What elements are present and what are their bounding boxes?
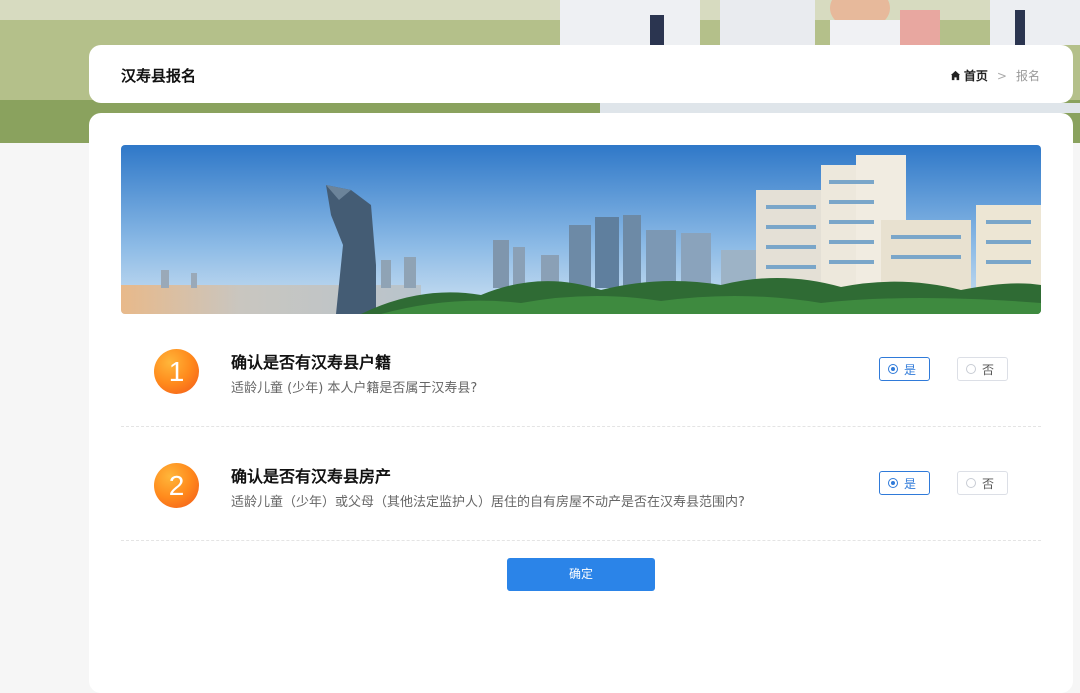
question-description: 适龄儿童 (少年) 本人户籍是否属于汉寿县? <box>231 381 478 396</box>
radio-label: 否 <box>982 362 995 377</box>
breadcrumb-separator: > <box>996 68 1007 83</box>
yes-radio-button[interactable]: 是 <box>879 357 930 381</box>
radio-label: 是 <box>904 362 917 377</box>
question-title: 确认是否有汉寿县房产 <box>231 467 392 486</box>
question-title: 确认是否有汉寿县户籍 <box>231 353 392 372</box>
question-row-1: 1 确认是否有汉寿县户籍 适龄儿童 (少年) 本人户籍是否属于汉寿县? 是 否 <box>121 314 1041 427</box>
breadcrumb-home-label: 首页 <box>963 69 988 83</box>
radio-checked-icon <box>888 478 898 488</box>
city-banner-image <box>121 145 1041 314</box>
radio-label: 是 <box>904 476 917 491</box>
question-number-badge: 2 <box>154 463 199 508</box>
breadcrumb-home[interactable]: 首页 <box>950 67 988 84</box>
header-card: 汉寿县报名 首页 > 报名 <box>89 45 1073 103</box>
question-description: 适龄儿童（少年）或父母（其他法定监护人）居住的自有房屋不动产是否在汉寿县范围内? <box>231 495 745 510</box>
radio-label: 否 <box>982 476 995 491</box>
confirm-button[interactable]: 确定 <box>507 558 655 591</box>
home-icon <box>950 70 960 81</box>
breadcrumb-current: 报名 <box>1015 69 1040 83</box>
question-row-2: 2 确认是否有汉寿县房产 适龄儿童（少年）或父母（其他法定监护人）居住的自有房屋… <box>121 428 1041 541</box>
no-radio-button[interactable]: 否 <box>957 471 1008 495</box>
main-card: 1 确认是否有汉寿县户籍 适龄儿童 (少年) 本人户籍是否属于汉寿县? 是 否 … <box>89 113 1073 693</box>
radio-unchecked-icon <box>966 478 976 488</box>
radio-unchecked-icon <box>966 364 976 374</box>
breadcrumb: 首页 > 报名 <box>950 67 1040 84</box>
page-title: 汉寿县报名 <box>121 67 197 85</box>
yes-radio-button[interactable]: 是 <box>879 471 930 495</box>
question-number-badge: 1 <box>154 349 199 394</box>
radio-checked-icon <box>888 364 898 374</box>
no-radio-button[interactable]: 否 <box>957 357 1008 381</box>
